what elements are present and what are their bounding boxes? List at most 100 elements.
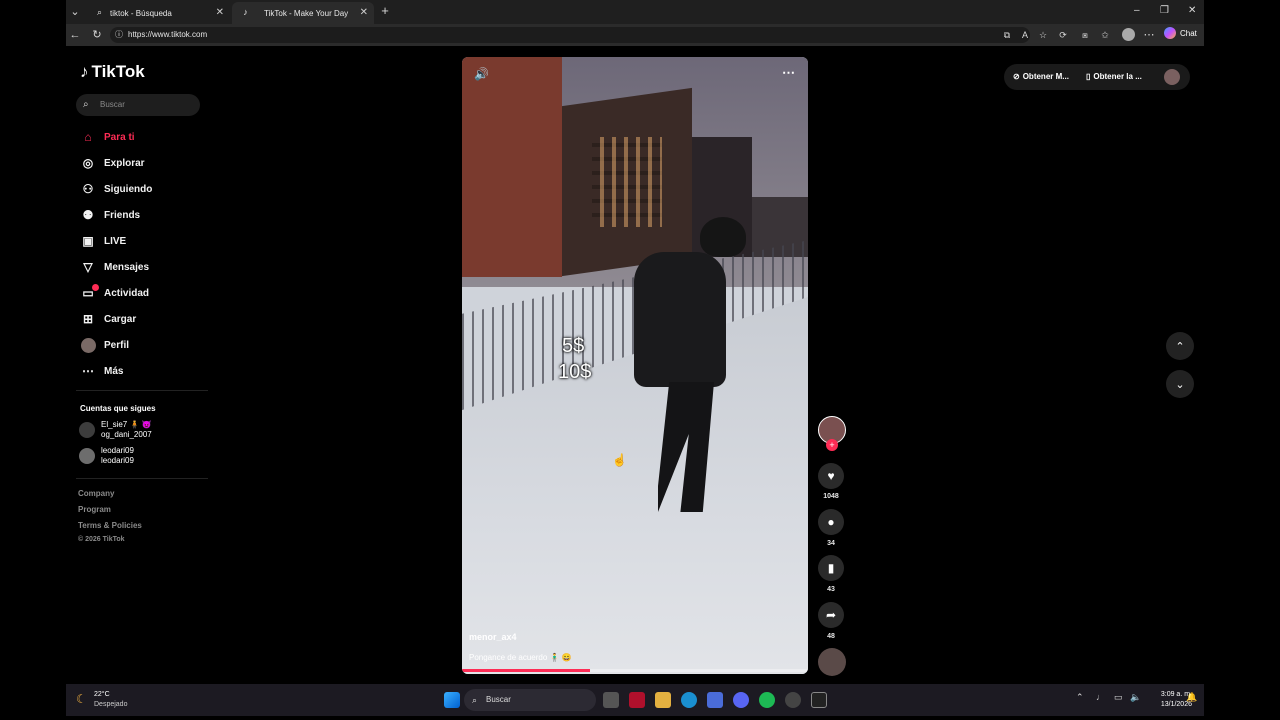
share-button[interactable]: ➦ [818,602,844,628]
profile-avatar[interactable] [1122,28,1135,41]
weather-desc: Despejado [94,701,128,708]
close-tab-icon[interactable]: ✕ [216,7,224,18]
volume-icon[interactable]: 🔊 [474,67,489,81]
profile-avatar[interactable] [1164,69,1180,85]
minimize-icon[interactable]: – [1134,5,1140,16]
cursor-hand-icon: ☝ [612,453,627,467]
discord-icon[interactable] [733,692,749,708]
sidebar-item-explorar[interactable]: ◎ Explorar [80,153,145,173]
tiktok-logo[interactable]: ♪ TikTok [80,62,145,82]
sidebar-item-live[interactable]: ▣ LIVE [80,231,126,251]
taskbar: ☾ 22°C Despejado ⌕ Buscar ⌃ ♩ ▭ 🔈 3:09 a… [66,684,1204,716]
edge-icon[interactable] [681,692,697,708]
new-tab-icon[interactable]: + [378,3,392,19]
sidebar-item-para-ti[interactable]: ⌂ Para ti [80,127,134,147]
follow-plus-icon[interactable]: + [826,439,838,451]
following-title: Cuentas que sigues [80,404,156,413]
person-head [700,217,746,257]
close-window-icon[interactable]: ✕ [1188,5,1196,16]
store-icon[interactable] [707,692,723,708]
sidebar-item-mas[interactable]: ⋯ Más [80,361,123,381]
notification-icon[interactable]: 🔔 [1186,692,1197,703]
footer-program-link[interactable]: Program [78,505,111,514]
app-icon[interactable] [785,692,801,708]
close-tab-icon[interactable]: ✕ [360,7,368,18]
address-bar[interactable]: ⓘ https://www.tiktok.com [110,27,1030,43]
video-username[interactable]: menor_ax4 [469,632,517,642]
heart-icon: ♥ [827,469,835,483]
more-icon[interactable]: ⋯ [1142,27,1156,43]
tiktok-page: ♪ TikTok ⌕ Buscar ⌂ Para ti ◎ Explorar ⚇… [66,46,1204,684]
restore-icon[interactable]: ❐ [1160,5,1169,16]
spotify-icon[interactable] [759,692,775,708]
url-text: https://www.tiktok.com [128,30,208,39]
sidebar-item-siguiendo[interactable]: ⚇ Siguiendo [80,179,153,199]
start-icon[interactable] [444,692,460,708]
search-input[interactable]: ⌕ Buscar [76,94,200,116]
activity-icon: ▭ [80,284,99,301]
copilot-refresh-icon[interactable]: ⟳ [1056,27,1070,43]
file-explorer-icon[interactable] [655,692,671,708]
get-app-button[interactable]: ⊘ Obtener M... [1013,72,1069,81]
video-player[interactable]: 5$ 10$ 🔊 ⋯ menor_ax4 Pongance de acuerdo… [462,57,808,674]
button-label: Obtener la ... [1093,72,1142,81]
following-account[interactable]: El_sie7 🧍 👿 og_dani_2007 [79,420,152,440]
sidebar-item-friends[interactable]: ⚉ Friends [80,205,141,225]
translate-icon[interactable]: A [1018,27,1032,43]
sidebar-item-label: Cargar [104,313,137,325]
tab-tiktok[interactable]: ♪ TikTok - Make Your Day ✕ [232,2,374,24]
overlay-text: 5$ [562,335,585,357]
favorite-icon[interactable]: ☆ [1036,27,1050,43]
info-icon: ⓘ [115,30,123,39]
footer-company-link[interactable]: Company [78,489,114,498]
youtube-icon[interactable] [629,692,645,708]
weather-widget[interactable]: 22°C Despejado [94,690,127,710]
copyright: © 2026 TikTok [78,536,125,543]
mic-icon[interactable]: ♩ [1096,692,1105,702]
sound-disc-avatar[interactable] [818,648,846,676]
next-video-button[interactable]: ⌄ [1166,370,1194,398]
back-icon[interactable]: ← [68,27,82,43]
comment-button[interactable]: ● [818,509,844,535]
following-account[interactable]: leodari09 leodari09 [79,446,134,466]
sidebar-item-label: Actividad [104,287,150,299]
volume-icon[interactable]: 🔈 [1130,692,1141,703]
send-icon: ▽ [83,260,93,274]
save-button[interactable]: ▮ [818,555,844,581]
like-button[interactable]: ♥ [818,463,844,489]
progress-bar[interactable] [462,669,808,672]
tab-list-chevron-icon[interactable]: ⌄ [68,4,82,20]
top-right-actions: ⊘ Obtener M... ▯ Obtener la ... [1004,64,1190,90]
account-handle: leodari09 [101,456,134,465]
search-icon: ⌕ [83,99,89,110]
chat-button[interactable]: Chat [1164,27,1197,39]
home-icon: ⌂ [84,130,92,144]
taskbar-search[interactable]: ⌕ Buscar [464,689,596,711]
refresh-icon[interactable]: ↻ [90,27,104,43]
sidebar-item-cargar[interactable]: ⊞ Cargar [80,309,136,329]
app-icon[interactable]: ⧉ [1000,27,1014,43]
compass-icon: ◎ [82,156,94,170]
sidebar-item-mensajes[interactable]: ▽ Mensajes [80,257,149,277]
footer-terms-link[interactable]: Terms & Policies [78,521,142,530]
sidebar-item-actividad[interactable]: ▭ Actividad [80,283,149,303]
tray-chevron-icon[interactable]: ⌃ [1076,692,1084,703]
profile-avatar [80,337,96,353]
task-view-icon[interactable] [603,692,619,708]
get-desktop-app-button[interactable]: ▯ Obtener la ... [1086,72,1142,81]
tab-search[interactable]: ⌕ tiktok - Búsqueda ✕ [86,2,230,24]
friends-icon: ⚉ [82,208,94,222]
previous-video-button[interactable]: ⌃ [1166,332,1194,360]
tab-title: tiktok - Búsqueda [110,8,172,18]
more-options-icon[interactable]: ⋯ [782,65,795,81]
network-icon[interactable]: ▭ [1114,692,1123,703]
favorites-icon[interactable]: ✩ [1098,27,1112,43]
avatar [79,448,95,464]
like-count: 1048 [823,493,839,500]
epic-games-icon[interactable] [811,692,827,708]
sidebar-item-perfil[interactable]: Perfil [80,335,129,355]
extensions-icon[interactable]: ⧆ [1078,27,1092,43]
live-icon: ▣ [82,234,94,248]
comment-count: 34 [827,540,835,547]
windows [592,137,662,227]
